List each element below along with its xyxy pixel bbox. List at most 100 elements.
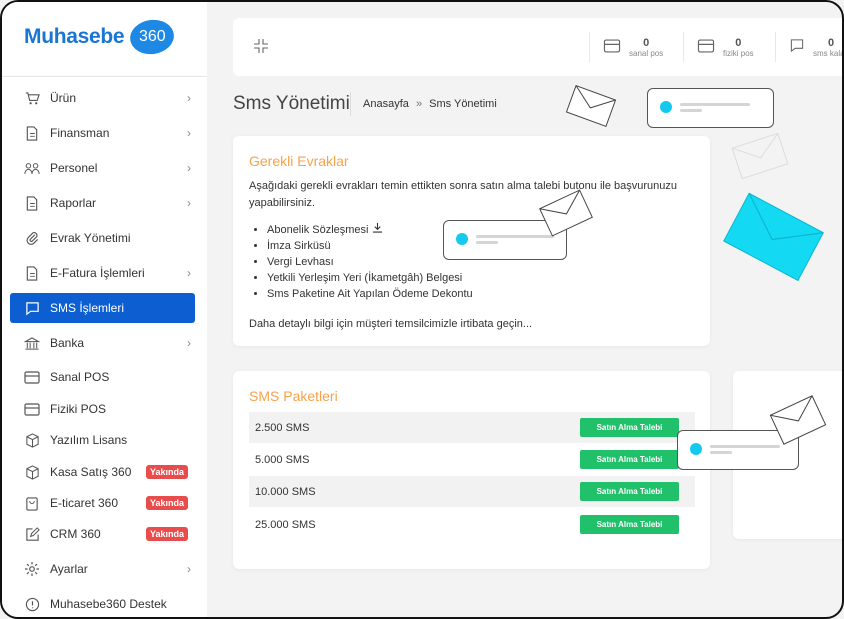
sidebar-item-label: Kasa Satış 360 [50, 465, 132, 479]
box-icon [24, 432, 40, 448]
sidebar-divider [2, 76, 207, 77]
sidebar-item-label: Yazılım Lisans [50, 433, 128, 447]
stat-label: fiziki pos [723, 48, 754, 58]
download-icon[interactable] [372, 222, 383, 236]
sidebar-item-evrak-yonetimi[interactable]: Evrak Yönetimi [10, 223, 195, 253]
sidebar-item-yazilim-lisans[interactable]: Yazılım Lisans [10, 425, 195, 455]
box-icon [24, 464, 40, 480]
document-item[interactable]: Abonelik Sözleşmesi [267, 222, 473, 238]
breadcrumb-divider [350, 92, 351, 116]
sidebar-item-label: Banka [50, 336, 85, 350]
sidebar-item-label: Evrak Yönetimi [50, 231, 131, 245]
purchase-request-button[interactable]: Satın Alma Talebi [580, 450, 679, 469]
chevron-right-icon: › [187, 562, 191, 576]
purchase-request-button[interactable]: Satın Alma Talebi [580, 418, 679, 437]
sidebar-item-finansman[interactable]: Finansman › [10, 118, 195, 148]
sidebar-item-sms-islemleri[interactable]: SMS İşlemleri [10, 293, 195, 323]
logo-badge: 360 [128, 17, 177, 57]
card-icon [603, 38, 621, 56]
document-item: İmza Sirküsü [267, 238, 473, 254]
paperclip-icon [24, 230, 40, 246]
sidebar-item-fiziki-pos[interactable]: Fiziki POS [10, 394, 195, 424]
table-row: 5.000 SMS Satın Alma Talebi [249, 444, 695, 475]
document-icon [24, 265, 40, 281]
document-icon [24, 195, 40, 211]
card-icon [24, 401, 40, 417]
document-item: Yetkili Yerleşim Yeri (İkametgâh) Belges… [267, 270, 473, 286]
stat-label: sms kalan [813, 48, 842, 58]
sidebar-item-urun[interactable]: Ürün › [10, 83, 195, 113]
sidebar-item-sanal-pos[interactable]: Sanal POS [10, 362, 195, 392]
documents-list: Abonelik Sözleşmesi İmza Sirküsü Vergi L… [267, 222, 473, 302]
message-icon [789, 38, 805, 56]
gear-icon [24, 561, 40, 577]
sidebar-item-label: Personel [50, 161, 98, 175]
logo[interactable]: Muhasebe 360 [24, 17, 177, 57]
sidebar-item-label: Ürün [50, 91, 77, 105]
stat-label: sanal pos [629, 48, 664, 58]
stat-divider [683, 32, 684, 62]
document-item: Sms Paketine Ait Yapılan Ödeme Dekontu [267, 286, 473, 302]
sidebar-item-label: Sanal POS [50, 370, 110, 384]
sidebar-item-label: Ayarlar [50, 562, 88, 576]
sidebar-item-ayarlar[interactable]: Ayarlar › [10, 554, 195, 584]
stat-value: 0 [643, 36, 650, 49]
coming-soon-badge: Yakında [146, 496, 189, 510]
document-icon [24, 125, 40, 141]
breadcrumb-separator: » [415, 98, 423, 110]
sidebar-item-e-ticaret[interactable]: E-ticaret 360 Yakında [10, 488, 195, 518]
sidebar-item-e-fatura[interactable]: E-Fatura İşlemleri › [10, 258, 195, 288]
page-title: Sms Yönetimi [233, 93, 350, 114]
people-icon [24, 160, 40, 176]
chevron-right-icon: › [187, 266, 191, 280]
sidebar-item-raporlar[interactable]: Raporlar › [10, 188, 195, 218]
purchase-request-button[interactable]: Satın Alma Talebi [580, 515, 679, 534]
chevron-right-icon: › [187, 126, 191, 140]
bank-icon [24, 335, 40, 351]
breadcrumb-current: Sms Yönetimi [429, 98, 497, 110]
stat-value: 0 [735, 36, 742, 49]
sidebar-item-label: Finansman [50, 126, 110, 140]
sidebar-item-banka[interactable]: Banka › [10, 328, 195, 358]
sidebar-item-label: SMS İşlemleri [50, 301, 125, 315]
table-row: 2.500 SMS Satın Alma Talebi [249, 412, 695, 443]
breadcrumb-home[interactable]: Anasayfa [363, 98, 409, 110]
stat-value: 0 [827, 36, 835, 49]
sidebar-item-label: Fiziki POS [50, 402, 107, 416]
stat-fiziki-pos[interactable]: 0 fiziki pos [697, 28, 754, 66]
stat-sms-kalan[interactable]: 0sms kalan [789, 28, 842, 66]
envelope-icon [731, 132, 789, 180]
coming-soon-badge: Yakında [146, 527, 189, 541]
chevron-right-icon: › [187, 336, 191, 350]
card-icon [24, 369, 40, 385]
envelope-icon [565, 85, 617, 127]
stat-divider [775, 32, 776, 62]
breadcrumb: Anasayfa » Sms Yönetimi [363, 98, 497, 110]
card-icon [697, 38, 715, 56]
document-item: Vergi Levhası [267, 254, 473, 270]
packages-title: SMS Paketleri [249, 388, 338, 404]
sidebar-item-label: Muhasebe360 Destek [50, 597, 167, 611]
coming-soon-badge: Yakında [146, 465, 189, 479]
documents-title: Gerekli Evraklar [249, 153, 349, 169]
info-icon [24, 596, 40, 612]
chevron-right-icon: › [187, 91, 191, 105]
logo-text: Muhasebe [24, 25, 125, 48]
sidebar-item-label: E-ticaret 360 [50, 496, 119, 510]
chevron-right-icon: › [187, 196, 191, 210]
package-name: 5.000 SMS [255, 453, 310, 466]
stat-sanal-pos[interactable]: 0 sanal pos [603, 28, 663, 66]
stat-divider [589, 32, 590, 62]
sidebar-item-personel[interactable]: Personel › [10, 153, 195, 183]
sidebar-item-crm[interactable]: CRM 360 Yakında [10, 519, 195, 549]
sidebar-item-label: Raporlar [50, 196, 97, 210]
sidebar-item-kasa-satis[interactable]: Kasa Satış 360 Yakında [10, 457, 195, 487]
package-name: 10.000 SMS [255, 485, 316, 498]
collapse-icon[interactable] [253, 38, 269, 57]
sidebar-item-destek[interactable]: Muhasebe360 Destek [10, 589, 195, 617]
bag-icon [24, 495, 40, 511]
cart-icon [24, 90, 40, 106]
purchase-request-button[interactable]: Satın Alma Talebi [580, 482, 679, 501]
message-bubble-icon [647, 88, 774, 128]
sidebar-item-label: CRM 360 [50, 527, 101, 541]
